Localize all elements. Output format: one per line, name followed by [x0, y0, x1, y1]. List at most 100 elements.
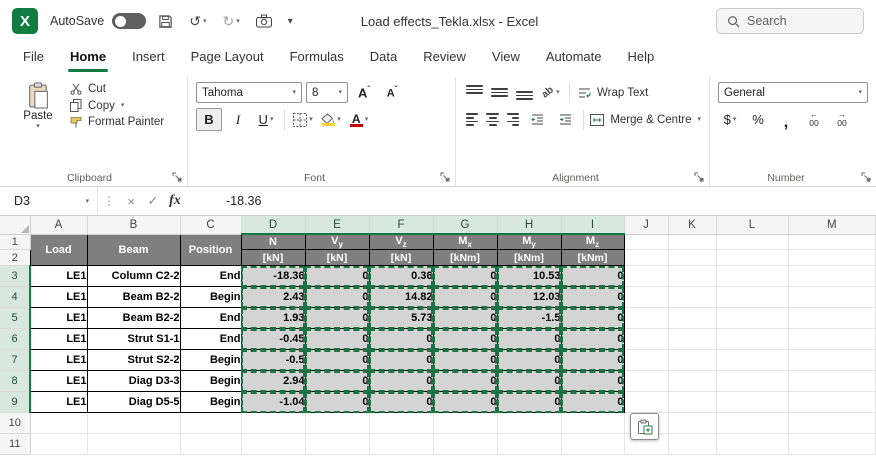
row-header-2[interactable]: 2 — [0, 250, 30, 266]
cell-L4[interactable] — [716, 287, 788, 308]
cell-E1[interactable]: Vy — [305, 234, 369, 250]
bold-button[interactable]: B — [196, 108, 222, 131]
cell-G6[interactable]: 0 — [433, 329, 497, 350]
cell-M1[interactable] — [788, 234, 876, 250]
cell-M3[interactable] — [788, 266, 876, 287]
align-center-button[interactable] — [484, 111, 500, 128]
column-header-C[interactable]: C — [180, 216, 241, 234]
cell-B3[interactable]: Column C2-2 — [87, 266, 180, 287]
enter-icon[interactable]: ✓ — [142, 193, 164, 209]
cell-C4[interactable]: Begin — [180, 287, 241, 308]
paste-button[interactable]: Paste ▾ — [14, 79, 62, 130]
cell-F6[interactable]: 0 — [369, 329, 433, 350]
cell-A5[interactable]: LE1 — [30, 308, 87, 329]
cell-B10[interactable] — [87, 413, 180, 434]
merge-centre-button[interactable]: Merge & Centre ▾ — [590, 114, 701, 126]
cell-F3[interactable]: 0.36 — [369, 266, 433, 287]
cell-K2[interactable] — [668, 250, 716, 266]
align-left-button[interactable] — [464, 111, 480, 128]
cell-J1[interactable] — [624, 234, 668, 250]
column-header-A[interactable]: A — [30, 216, 87, 234]
search-box[interactable]: Search — [716, 8, 864, 34]
cell-M8[interactable] — [788, 371, 876, 392]
cell-I4[interactable]: 0 — [561, 287, 624, 308]
cell-J2[interactable] — [624, 250, 668, 266]
cell-H8[interactable]: 0 — [497, 371, 561, 392]
cell-K1[interactable] — [668, 234, 716, 250]
tab-help[interactable]: Help — [615, 44, 668, 72]
cell-L9[interactable] — [716, 392, 788, 413]
increase-font-size-button[interactable]: Aˆ — [352, 82, 376, 103]
cell-D1[interactable]: N — [241, 234, 305, 250]
cell-J7[interactable] — [624, 350, 668, 371]
cell-G9[interactable]: 0 — [433, 392, 497, 413]
underline-button[interactable]: U▾ — [254, 109, 278, 130]
cell-C7[interactable]: Begin — [180, 350, 241, 371]
cell-A4[interactable]: LE1 — [30, 287, 87, 308]
italic-button[interactable]: I — [226, 109, 250, 130]
cell-I10[interactable] — [561, 413, 624, 434]
tab-view[interactable]: View — [479, 44, 533, 72]
cell-H4[interactable]: 12.03 — [497, 287, 561, 308]
cell-B8[interactable]: Diag D3-3 — [87, 371, 180, 392]
camera-button[interactable] — [252, 12, 276, 30]
wrap-text-button[interactable]: Wrap Text — [578, 87, 648, 99]
cell-E4[interactable]: 0 — [305, 287, 369, 308]
cell-D8[interactable]: 2.94 — [241, 371, 305, 392]
cell-I3[interactable]: 0 — [561, 266, 624, 287]
cell-J3[interactable] — [624, 266, 668, 287]
cell-I6[interactable]: 0 — [561, 329, 624, 350]
comma-style-button[interactable]: , — [774, 109, 798, 130]
cell-I2[interactable]: [kNm] — [561, 250, 624, 266]
cell-D2[interactable]: [kN] — [241, 250, 305, 266]
cell-J4[interactable] — [624, 287, 668, 308]
cell-G8[interactable]: 0 — [433, 371, 497, 392]
cut-button[interactable]: Cut — [70, 83, 164, 95]
cell-F1[interactable]: Vz — [369, 234, 433, 250]
row-header-5[interactable]: 5 — [0, 308, 30, 329]
cell-L10[interactable] — [716, 413, 788, 434]
excel-app-icon[interactable]: X — [12, 8, 38, 34]
cell-K3[interactable] — [668, 266, 716, 287]
name-box[interactable]: D3 ▾ — [0, 187, 98, 215]
cell-A6[interactable]: LE1 — [30, 329, 87, 350]
cell-C6[interactable]: End — [180, 329, 241, 350]
cell-C3[interactable]: End — [180, 266, 241, 287]
row-header-1[interactable]: 1 — [0, 234, 30, 250]
cell-A8[interactable]: LE1 — [30, 371, 87, 392]
cell-D6[interactable]: -0.45 — [241, 329, 305, 350]
cell-H5[interactable]: -1.5 — [497, 308, 561, 329]
cell-F10[interactable] — [369, 413, 433, 434]
tab-automate[interactable]: Automate — [533, 44, 615, 72]
cell-I8[interactable]: 0 — [561, 371, 624, 392]
cell-B6[interactable]: Strut S1-1 — [87, 329, 180, 350]
name-box-splitter[interactable]: ⋮ — [98, 194, 120, 208]
cell-K9[interactable] — [668, 392, 716, 413]
cell-A1[interactable]: Load — [30, 234, 87, 266]
tab-formulas[interactable]: Formulas — [277, 44, 357, 72]
cell-F11[interactable] — [369, 434, 433, 455]
column-header-D[interactable]: D — [241, 216, 305, 234]
cell-D5[interactable]: 1.93 — [241, 308, 305, 329]
cell-H6[interactable]: 0 — [497, 329, 561, 350]
cell-J8[interactable] — [624, 371, 668, 392]
bottom-align-button[interactable] — [514, 84, 535, 101]
cell-J9[interactable] — [624, 392, 668, 413]
row-header-6[interactable]: 6 — [0, 329, 30, 350]
qat-overflow-button[interactable]: ▾ — [284, 14, 297, 29]
undo-button[interactable]: ↺▾ — [185, 11, 210, 32]
cell-A3[interactable]: LE1 — [30, 266, 87, 287]
cell-M9[interactable] — [788, 392, 876, 413]
save-button[interactable] — [154, 12, 177, 31]
cell-B9[interactable]: Diag D5-5 — [87, 392, 180, 413]
cell-K7[interactable] — [668, 350, 716, 371]
cell-B1[interactable]: Beam — [87, 234, 180, 266]
cell-J6[interactable] — [624, 329, 668, 350]
cell-I11[interactable] — [561, 434, 624, 455]
accounting-format-button[interactable]: $ ▾ — [718, 109, 742, 130]
cell-K5[interactable] — [668, 308, 716, 329]
cell-G5[interactable]: 0 — [433, 308, 497, 329]
cell-G10[interactable] — [433, 413, 497, 434]
cell-C1[interactable]: Position — [180, 234, 241, 266]
tab-insert[interactable]: Insert — [119, 44, 178, 72]
